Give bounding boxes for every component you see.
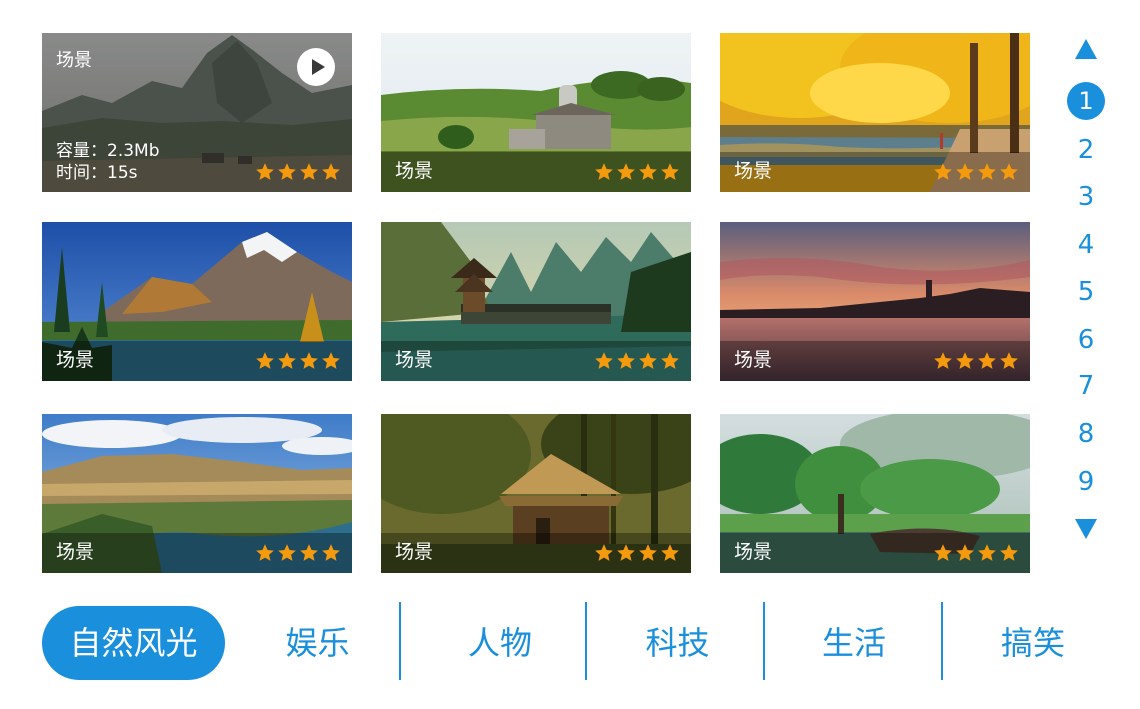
star-icon — [978, 544, 996, 561]
divider — [585, 602, 587, 680]
star-icon — [278, 544, 296, 561]
video-tile-9[interactable]: 场景 — [720, 414, 1030, 573]
tile-label: 场景 — [734, 349, 773, 371]
star-icon — [278, 163, 296, 180]
star-icon — [1000, 544, 1018, 561]
star-icon — [978, 163, 996, 180]
tile-label: 场景 — [734, 160, 773, 182]
play-icon — [312, 59, 325, 75]
star-icon — [256, 544, 274, 561]
star-icon — [256, 163, 274, 180]
rating-stars — [255, 543, 341, 563]
rating-stars — [933, 543, 1019, 563]
tile-label: 场景 — [734, 541, 773, 563]
star-icon — [617, 163, 635, 180]
rating-stars — [933, 351, 1019, 371]
video-tile-4[interactable]: 场景 — [42, 222, 352, 381]
duration-text: 时间：15s — [56, 163, 138, 183]
star-icon — [934, 163, 952, 180]
star-icon — [617, 544, 635, 561]
tile-label: 场景 — [395, 541, 434, 563]
page-7[interactable]: 7 — [1066, 366, 1106, 406]
page-8[interactable]: 8 — [1066, 414, 1106, 454]
category-tab-entertainment[interactable]: 娱乐 — [250, 606, 385, 680]
page-1[interactable]: 1 — [1067, 82, 1105, 120]
star-icon — [1000, 163, 1018, 180]
star-icon — [639, 163, 657, 180]
rating-stars — [933, 162, 1019, 182]
star-icon — [300, 163, 318, 180]
rating-stars — [255, 351, 341, 371]
star-icon — [661, 352, 679, 369]
page-6[interactable]: 6 — [1066, 320, 1106, 360]
star-icon — [956, 544, 974, 561]
star-icon — [595, 352, 613, 369]
category-tab-nature[interactable]: 自然风光 — [42, 606, 225, 680]
star-icon — [956, 163, 974, 180]
category-tab-funny[interactable]: 搞笑 — [958, 606, 1108, 680]
star-icon — [639, 352, 657, 369]
video-tile-7[interactable]: 场景 — [42, 414, 352, 573]
star-icon — [595, 163, 613, 180]
tile-label: 场景 — [56, 541, 95, 563]
page-5[interactable]: 5 — [1066, 272, 1106, 312]
star-icon — [934, 352, 952, 369]
play-button[interactable] — [297, 48, 335, 86]
star-icon — [300, 544, 318, 561]
star-icon — [595, 544, 613, 561]
page-9[interactable]: 9 — [1066, 462, 1106, 502]
video-meta: 容量：2.3Mb 时间：15s — [56, 140, 160, 184]
star-icon — [322, 352, 340, 369]
video-tile-6[interactable]: 场景 — [720, 222, 1030, 381]
divider — [399, 602, 401, 680]
star-icon — [639, 544, 657, 561]
triangle-down-icon[interactable] — [1074, 518, 1098, 540]
tile-label: 场景 — [395, 349, 434, 371]
rating-stars — [255, 162, 341, 182]
page-4[interactable]: 4 — [1066, 225, 1106, 265]
video-tile-1[interactable]: 场景 容量：2.3Mb 时间：15s — [42, 33, 352, 192]
video-tile-5[interactable]: 场景 — [381, 222, 691, 381]
rating-stars — [594, 351, 680, 371]
rating-stars — [594, 543, 680, 563]
star-icon — [661, 163, 679, 180]
star-icon — [934, 544, 952, 561]
star-icon — [322, 544, 340, 561]
page-3[interactable]: 3 — [1066, 177, 1106, 217]
capacity-text: 容量：2.3Mb — [56, 141, 160, 161]
rating-stars — [594, 162, 680, 182]
category-tab-life[interactable]: 生活 — [778, 606, 930, 680]
divider — [941, 602, 943, 680]
video-tile-8[interactable]: 场景 — [381, 414, 691, 573]
triangle-up-icon[interactable] — [1074, 38, 1098, 60]
video-tile-2[interactable]: 场景 — [381, 33, 691, 192]
star-icon — [278, 352, 296, 369]
video-browser: 场景 容量：2.3Mb 时间：15s 场景 场景 场景 场景 场景 场景 场景 … — [0, 0, 1140, 709]
category-tab-people[interactable]: 人物 — [420, 606, 580, 680]
category-tab-technology[interactable]: 科技 — [600, 606, 755, 680]
page-2[interactable]: 2 — [1066, 130, 1106, 170]
star-icon — [322, 163, 340, 180]
star-icon — [661, 544, 679, 561]
star-icon — [256, 352, 274, 369]
tile-label: 场景 — [56, 349, 95, 371]
tile-label: 场景 — [56, 50, 92, 71]
video-tile-3[interactable]: 场景 — [720, 33, 1030, 192]
star-icon — [978, 352, 996, 369]
star-icon — [617, 352, 635, 369]
star-icon — [300, 352, 318, 369]
divider — [763, 602, 765, 680]
tile-label: 场景 — [395, 160, 434, 182]
star-icon — [1000, 352, 1018, 369]
star-icon — [956, 352, 974, 369]
